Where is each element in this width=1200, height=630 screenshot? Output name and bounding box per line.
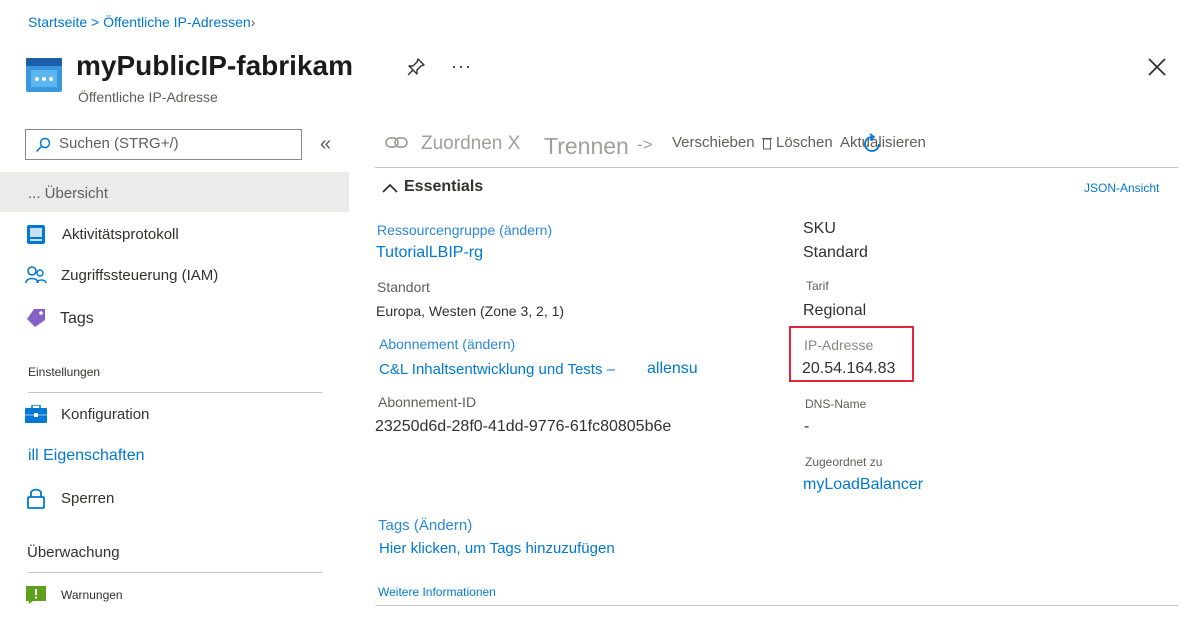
- sidebar-item-label: Tags: [60, 310, 94, 327]
- chevron-up-icon[interactable]: [382, 180, 398, 198]
- add-tags-link[interactable]: Hier klicken, um Tags hinzuzufügen: [379, 540, 615, 557]
- people-icon: [25, 265, 47, 290]
- search-icon: [35, 137, 51, 158]
- location-label: Standort: [377, 279, 430, 295]
- more-options-button[interactable]: ···: [451, 56, 472, 77]
- resource-group-label: Ressourcengruppe (ändern): [377, 222, 552, 238]
- sidebar-item-label: Warnungen: [61, 588, 123, 602]
- essentials-bottom-divider: [375, 605, 1178, 606]
- search-input[interactable]: [59, 135, 294, 152]
- refresh-icon: [861, 133, 883, 160]
- resource-group-value[interactable]: TutorialLBIP-rg: [376, 244, 483, 262]
- sku-label: SKU: [803, 220, 836, 237]
- breadcrumb-public-ips[interactable]: Öffentliche IP-Adressen: [103, 14, 251, 30]
- tag-icon: [25, 308, 47, 333]
- monitoring-divider: [28, 572, 322, 573]
- json-view-link[interactable]: JSON-Ansicht: [1084, 181, 1159, 195]
- breadcrumb-separator: >: [87, 14, 104, 30]
- tier-label: Tarif: [806, 279, 829, 293]
- sidebar-item-label: Aktivitätsprotokoll: [62, 226, 179, 243]
- breadcrumb: Startseite > Öffentliche IP-Adressen›: [28, 14, 255, 30]
- ip-address-label: IP-Adresse: [804, 337, 874, 353]
- section-header-settings: Einstellungen: [28, 365, 101, 379]
- delete-label: Löschen: [776, 134, 833, 151]
- link-icon: [385, 135, 409, 156]
- section-header-monitoring: Überwachung: [27, 544, 120, 561]
- close-icon[interactable]: [1148, 58, 1166, 81]
- subscription-user[interactable]: allensu: [647, 360, 698, 378]
- sidebar-search[interactable]: [25, 129, 302, 160]
- subscription-change-link[interactable]: Abonnement (ändern): [379, 336, 515, 352]
- tags-change-link[interactable]: Tags (Ändern): [378, 517, 472, 534]
- associated-to-value[interactable]: myLoadBalancer: [803, 476, 923, 494]
- lock-icon: [27, 487, 45, 514]
- sidebar-item-overview[interactable]: ... Übersicht: [0, 172, 349, 212]
- activity-log-icon: [27, 225, 45, 249]
- sidebar-item-label: Zugriffssteuerung (IAM): [61, 267, 219, 284]
- dns-name-label: DNS-Name: [805, 397, 867, 411]
- move-label: Verschieben: [672, 134, 755, 151]
- sidebar-item-label: ill Eigenschaften: [28, 447, 145, 464]
- location-value: Europa, Westen (Zone 3, 2, 1): [376, 303, 565, 319]
- page-subtitle: Öffentliche IP-Adresse: [78, 89, 218, 105]
- subscription-value[interactable]: C&L Inhaltsentwicklung und Tests –: [379, 361, 615, 378]
- sidebar-item-label: Konfiguration: [61, 406, 150, 423]
- pin-icon[interactable]: [406, 57, 426, 82]
- associated-to-label: Zugeordnet zu: [805, 455, 883, 469]
- breadcrumb-chevron-icon: ›: [250, 14, 256, 30]
- dns-name-value: -: [804, 418, 810, 435]
- tier-value: Regional: [803, 302, 867, 319]
- public-ip-icon: [26, 58, 62, 97]
- breadcrumb-home[interactable]: Startseite: [28, 14, 87, 30]
- commandbar-divider: [375, 167, 1178, 168]
- dissociate-arrow-icon: ->: [637, 135, 653, 154]
- page-title: myPublicIP-fabrikam: [76, 50, 353, 81]
- associate-label: Zuordnen X: [421, 133, 521, 154]
- settings-divider: [28, 392, 322, 393]
- sidebar-item-overview-label: ... Übersicht: [28, 185, 109, 202]
- sku-value: Standard: [803, 244, 868, 261]
- dissociate-label: Trennen: [544, 133, 629, 159]
- more-info-link[interactable]: Weitere Informationen: [378, 585, 496, 599]
- sidebar-item-label: Sperren: [61, 490, 115, 507]
- subscription-id-value: 23250d6d-28f0-41dd-9776-61fc80805b6e: [375, 418, 672, 435]
- alert-icon: [26, 586, 46, 609]
- toolbox-icon: [25, 404, 47, 428]
- trash-icon: [762, 136, 772, 155]
- essentials-header[interactable]: Essentials: [404, 178, 483, 196]
- ip-address-value: 20.54.164.83: [802, 360, 896, 377]
- resource-group-change-link[interactable]: Ressourcengruppe (ändern): [377, 222, 552, 238]
- collapse-sidebar-button[interactable]: «: [320, 133, 331, 156]
- subscription-id-label: Abonnement-ID: [378, 394, 477, 410]
